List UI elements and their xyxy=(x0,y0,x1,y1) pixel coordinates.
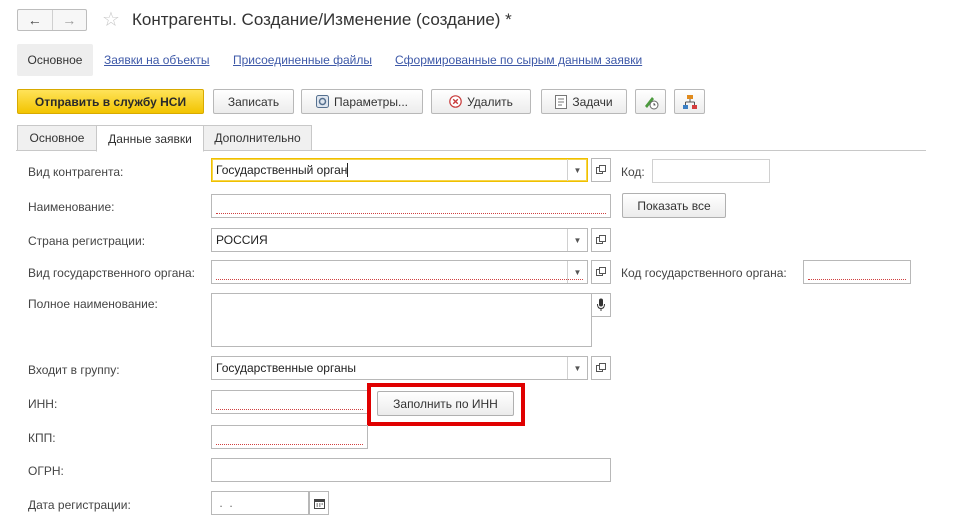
show-all-button[interactable]: Показать все xyxy=(622,193,726,218)
save-label: Записать xyxy=(227,94,280,109)
kpp-field[interactable] xyxy=(211,425,368,449)
open-icon[interactable] xyxy=(591,356,611,380)
edit-clock-icon xyxy=(643,94,659,110)
counterparty-kind-label: Вид контрагента: xyxy=(28,165,124,179)
dropdown-arrow-icon[interactable]: ▼ xyxy=(567,357,587,379)
settings-icon xyxy=(316,95,330,108)
nav-link-generated-requests[interactable]: Сформированные по сырым данным заявки xyxy=(395,53,642,67)
delete-icon xyxy=(449,95,462,108)
forward-button[interactable]: → xyxy=(51,10,87,30)
parameters-label: Параметры... xyxy=(334,94,408,109)
star-icon[interactable]: ☆ xyxy=(102,9,120,31)
open-icon[interactable] xyxy=(591,228,611,252)
forward-arrow-icon: → xyxy=(62,12,77,28)
nav-link-attached-files[interactable]: Присоединенные файлы xyxy=(233,53,372,67)
delete-label: Удалить xyxy=(467,94,513,109)
edit-schedule-button[interactable] xyxy=(635,89,666,114)
reg-date-label: Дата регистрации: xyxy=(28,498,131,512)
tab-request-data[interactable]: Данные заявки xyxy=(96,125,204,152)
counterparty-kind-field[interactable]: Государственный орган ▼ xyxy=(211,158,588,182)
calendar-icon[interactable] xyxy=(309,491,329,515)
country-label: Страна регистрации: xyxy=(28,234,146,248)
group-field[interactable]: Государственные органы ▼ xyxy=(211,356,588,380)
group-label: Входит в группу: xyxy=(28,363,120,377)
send-to-nsi-button[interactable]: Отправить в службу НСИ xyxy=(17,89,204,114)
structure-button[interactable] xyxy=(674,89,705,114)
back-button[interactable]: ← xyxy=(18,10,52,30)
nav-link-requests[interactable]: Заявки на объекты xyxy=(104,53,210,67)
parameters-button[interactable]: Параметры... xyxy=(301,89,423,114)
delete-button[interactable]: Удалить xyxy=(431,89,531,114)
send-to-nsi-label: Отправить в службу НСИ xyxy=(34,94,187,109)
gov-code-field[interactable] xyxy=(803,260,911,284)
highlight-frame xyxy=(367,383,525,426)
country-value: РОССИЯ xyxy=(216,233,268,247)
back-arrow-icon: ← xyxy=(27,12,42,28)
inn-field[interactable] xyxy=(211,390,368,414)
full-name-label: Полное наименование: xyxy=(28,297,158,311)
country-field[interactable]: РОССИЯ ▼ xyxy=(211,228,588,252)
reg-date-field[interactable]: . . xyxy=(211,491,309,515)
name-label: Наименование: xyxy=(28,200,115,214)
gov-kind-field[interactable]: ▼ xyxy=(211,260,588,284)
history-nav: ← → xyxy=(17,9,87,31)
tasks-icon xyxy=(555,94,568,109)
code-label: Код: xyxy=(621,165,645,179)
dropdown-arrow-icon[interactable]: ▼ xyxy=(567,261,587,283)
kpp-label: КПП: xyxy=(28,431,56,445)
structure-icon xyxy=(682,94,698,110)
tab-main[interactable]: Основное xyxy=(17,125,97,151)
dropdown-arrow-icon[interactable]: ▼ xyxy=(567,229,587,251)
ogrn-field[interactable] xyxy=(211,458,611,482)
tasks-button[interactable]: Задачи xyxy=(541,89,627,114)
counterparty-kind-value: Государственный орган xyxy=(216,163,348,177)
full-name-field[interactable] xyxy=(211,293,592,347)
ogrn-label: ОГРН: xyxy=(28,464,64,478)
microphone-icon[interactable] xyxy=(591,293,611,317)
gov-kind-label: Вид государственного органа: xyxy=(28,266,196,280)
tab-additional[interactable]: Дополнительно xyxy=(203,125,312,151)
save-button[interactable]: Записать xyxy=(213,89,294,114)
tasks-label: Задачи xyxy=(572,94,613,109)
open-icon[interactable] xyxy=(591,260,611,284)
text-cursor xyxy=(347,163,349,177)
window-title: Контрагенты. Создание/Изменение (создани… xyxy=(132,10,512,29)
dropdown-arrow-icon[interactable]: ▼ xyxy=(567,159,587,181)
name-field[interactable] xyxy=(211,194,611,218)
nav-item-main[interactable]: Основное xyxy=(17,44,93,76)
group-value: Государственные органы xyxy=(216,361,357,375)
open-icon[interactable] xyxy=(591,158,611,182)
gov-code-label: Код государственного органа: xyxy=(621,266,787,280)
code-field[interactable] xyxy=(652,159,770,183)
inn-label: ИНН: xyxy=(28,397,58,411)
